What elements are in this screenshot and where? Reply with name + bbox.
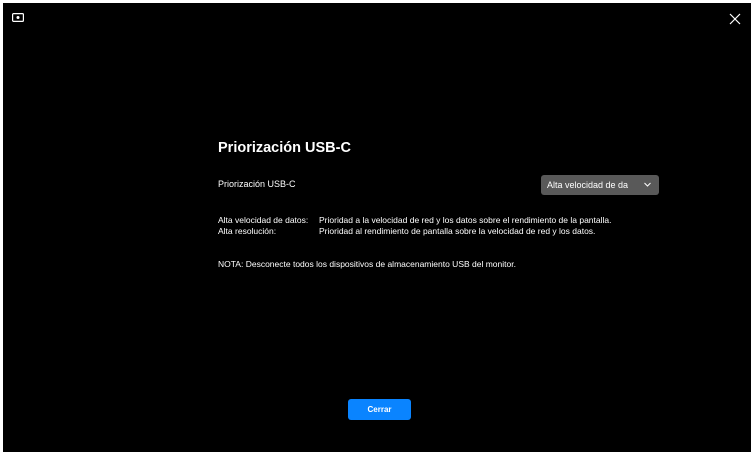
description-term: Alta velocidad de datos: [218, 215, 309, 225]
note-text: NOTA: Desconecte todos los dispositivos … [218, 259, 516, 269]
monitor-icon [12, 13, 24, 22]
option-descriptions: Alta velocidad de datos: Prioridad a la … [218, 215, 668, 237]
dropdown-selected-value: Alta velocidad de da [547, 180, 629, 190]
chevron-down-icon [644, 182, 651, 187]
description-definition: Prioridad a la velocidad de red y los da… [319, 215, 612, 225]
description-definition: Prioridad al rendimiento de pantalla sob… [319, 226, 596, 236]
content-panel: Priorización USB-C Priorización USB-C Al… [218, 139, 668, 269]
usb-c-priority-row: Priorización USB-C Alta velocidad de da [218, 175, 660, 195]
description-row: Alta resolución: Prioridad al rendimient… [218, 226, 668, 237]
close-button[interactable]: Cerrar [348, 399, 411, 420]
page-title: Priorización USB-C [218, 140, 351, 156]
close-icon[interactable] [729, 13, 741, 25]
description-term: Alta resolución: [218, 226, 277, 236]
usb-c-priority-dropdown[interactable]: Alta velocidad de da [541, 175, 659, 195]
setting-label: Priorización USB-C [218, 179, 296, 189]
dialog-window: Priorización USB-C Priorización USB-C Al… [3, 3, 751, 452]
description-row: Alta velocidad de datos: Prioridad a la … [218, 215, 668, 226]
